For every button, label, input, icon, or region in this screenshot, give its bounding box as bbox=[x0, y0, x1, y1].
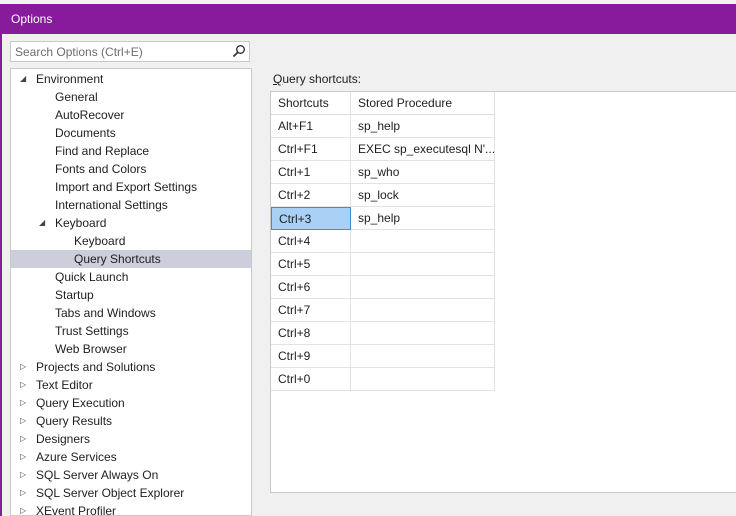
stored-procedure-cell[interactable]: sp_lock bbox=[351, 184, 495, 207]
collapsed-arrow-icon[interactable]: ▷ bbox=[20, 448, 30, 466]
expanded-arrow-icon[interactable]: ◢ bbox=[39, 214, 49, 232]
tree-node[interactable]: International Settings bbox=[11, 196, 251, 214]
shortcut-cell[interactable]: Ctrl+9 bbox=[271, 345, 351, 368]
window-title: Options bbox=[11, 12, 53, 26]
title-bar[interactable]: Options bbox=[0, 4, 736, 34]
tree-node-label: Query Results bbox=[36, 414, 113, 428]
tree-node[interactable]: Documents bbox=[11, 124, 251, 142]
tree-node-label: Documents bbox=[55, 126, 116, 140]
tree-node[interactable]: Query Shortcuts bbox=[11, 250, 251, 268]
tree-node[interactable]: ▷ Azure Services bbox=[11, 448, 251, 466]
tree-node[interactable]: ▷ Projects and Solutions bbox=[11, 358, 251, 376]
search-input[interactable] bbox=[15, 44, 225, 59]
tree-node-label: XEvent Profiler bbox=[36, 504, 117, 516]
tree-node-label: Azure Services bbox=[36, 450, 117, 464]
tree-node-label: Projects and Solutions bbox=[36, 360, 156, 374]
collapsed-arrow-icon[interactable]: ▷ bbox=[20, 430, 30, 448]
collapsed-arrow-icon[interactable]: ▷ bbox=[20, 376, 30, 394]
tree-node[interactable]: General bbox=[11, 88, 251, 106]
column-header-stored-procedure[interactable]: Stored Procedure bbox=[351, 92, 495, 115]
tree-node[interactable]: AutoRecover bbox=[11, 106, 251, 124]
collapsed-arrow-icon[interactable]: ▷ bbox=[20, 412, 30, 430]
tree-node-label: Keyboard bbox=[74, 234, 126, 248]
tree-node-label: Web Browser bbox=[55, 342, 127, 356]
tree-node-label: Keyboard bbox=[55, 216, 107, 230]
tree-node-label: SQL Server Always On bbox=[36, 468, 159, 482]
shortcut-cell[interactable]: Ctrl+3 bbox=[271, 207, 351, 230]
tree-node[interactable]: Trust Settings bbox=[11, 322, 251, 340]
tree-node[interactable]: Keyboard bbox=[11, 232, 251, 250]
tree-node[interactable]: Import and Export Settings bbox=[11, 178, 251, 196]
shortcut-cell[interactable]: Ctrl+7 bbox=[271, 299, 351, 322]
window-border bbox=[0, 34, 2, 516]
tree-node[interactable]: ◢ Keyboard bbox=[11, 214, 251, 232]
stored-procedure-cell[interactable] bbox=[351, 230, 495, 253]
tree-node[interactable]: ▷ SQL Server Always On bbox=[11, 466, 251, 484]
stored-procedure-cell[interactable] bbox=[351, 253, 495, 276]
tree-node-label: International Settings bbox=[55, 198, 168, 212]
tree-node[interactable]: ▷ Text Editor bbox=[11, 376, 251, 394]
tree-node[interactable]: Find and Replace bbox=[11, 142, 251, 160]
shortcut-cell[interactable]: Ctrl+0 bbox=[271, 368, 351, 391]
column-header-shortcuts[interactable]: Shortcuts bbox=[271, 92, 351, 115]
tree-node[interactable]: Quick Launch bbox=[11, 268, 251, 286]
shortcut-cell[interactable]: Ctrl+1 bbox=[271, 161, 351, 184]
tree-node-label: Trust Settings bbox=[55, 324, 129, 338]
search-box[interactable] bbox=[10, 41, 250, 62]
collapsed-arrow-icon[interactable]: ▷ bbox=[20, 484, 30, 502]
tree-node-label: Text Editor bbox=[36, 378, 93, 392]
tree-node[interactable]: ▷ Designers bbox=[11, 430, 251, 448]
tree-node-label: Query Execution bbox=[36, 396, 125, 410]
shortcut-cell[interactable]: Ctrl+5 bbox=[271, 253, 351, 276]
tree-node-label: Fonts and Colors bbox=[55, 162, 147, 176]
stored-procedure-cell[interactable]: EXEC sp_executesql N'... bbox=[351, 138, 495, 161]
collapsed-arrow-icon[interactable]: ▷ bbox=[20, 394, 30, 412]
tree-node[interactable]: Web Browser bbox=[11, 340, 251, 358]
shortcut-cell[interactable]: Ctrl+4 bbox=[271, 230, 351, 253]
collapsed-arrow-icon[interactable]: ▷ bbox=[20, 466, 30, 484]
tree-node[interactable]: ▷ Query Execution bbox=[11, 394, 251, 412]
tree-node-label: SQL Server Object Explorer bbox=[36, 486, 185, 500]
shortcut-cell[interactable]: Ctrl+8 bbox=[271, 322, 351, 345]
stored-procedure-cell[interactable] bbox=[351, 276, 495, 299]
stored-procedure-cell[interactable] bbox=[351, 345, 495, 368]
stored-procedure-cell[interactable] bbox=[351, 299, 495, 322]
stored-procedure-cell[interactable] bbox=[351, 322, 495, 345]
tree-node-label: Import and Export Settings bbox=[55, 180, 198, 194]
tree-node-label: Find and Replace bbox=[55, 144, 150, 158]
tree-node-label: AutoRecover bbox=[55, 108, 125, 122]
query-shortcuts-grid[interactable]: Shortcuts Stored Procedure Alt+F1 sp_help Ct… bbox=[270, 91, 736, 493]
tree-node[interactable]: Fonts and Colors bbox=[11, 160, 251, 178]
stored-procedure-cell[interactable]: sp_who bbox=[351, 161, 495, 184]
shortcut-cell[interactable]: Ctrl+2 bbox=[271, 184, 351, 207]
tree-node[interactable]: ▷ Query Results bbox=[11, 412, 251, 430]
tree-node-label: Query Shortcuts bbox=[74, 252, 161, 266]
tree-node[interactable]: ▷ SQL Server Object Explorer bbox=[11, 484, 251, 502]
collapsed-arrow-icon[interactable]: ▷ bbox=[20, 502, 30, 515]
tree-node-label: Quick Launch bbox=[55, 270, 129, 284]
tree-node-label: Environment bbox=[36, 72, 104, 86]
options-tree[interactable]: ◢ Environment General AutoRecover Documents F… bbox=[10, 68, 252, 516]
query-shortcuts-label: Query shortcuts: bbox=[273, 72, 362, 86]
tree-node-label: Startup bbox=[55, 288, 94, 302]
stored-procedure-cell[interactable]: sp_help bbox=[351, 207, 495, 230]
tree-node[interactable]: ▷ XEvent Profiler bbox=[11, 502, 251, 516]
shortcut-cell[interactable]: Alt+F1 bbox=[271, 115, 351, 138]
stored-procedure-cell[interactable]: sp_help bbox=[351, 115, 495, 138]
collapsed-arrow-icon[interactable]: ▷ bbox=[20, 358, 30, 376]
tree-node[interactable]: Startup bbox=[11, 286, 251, 304]
shortcut-cell[interactable]: Ctrl+F1 bbox=[271, 138, 351, 161]
shortcut-cell[interactable]: Ctrl+6 bbox=[271, 276, 351, 299]
tree-node[interactable]: ◢ Environment bbox=[11, 70, 251, 88]
tree-node-label: General bbox=[55, 90, 98, 104]
tree-node-label: Tabs and Windows bbox=[55, 306, 156, 320]
tree-node[interactable]: Tabs and Windows bbox=[11, 304, 251, 322]
stored-procedure-cell[interactable] bbox=[351, 368, 495, 391]
expanded-arrow-icon[interactable]: ◢ bbox=[20, 70, 30, 88]
tree-node-label: Designers bbox=[36, 432, 91, 446]
search-icon[interactable] bbox=[232, 44, 246, 58]
